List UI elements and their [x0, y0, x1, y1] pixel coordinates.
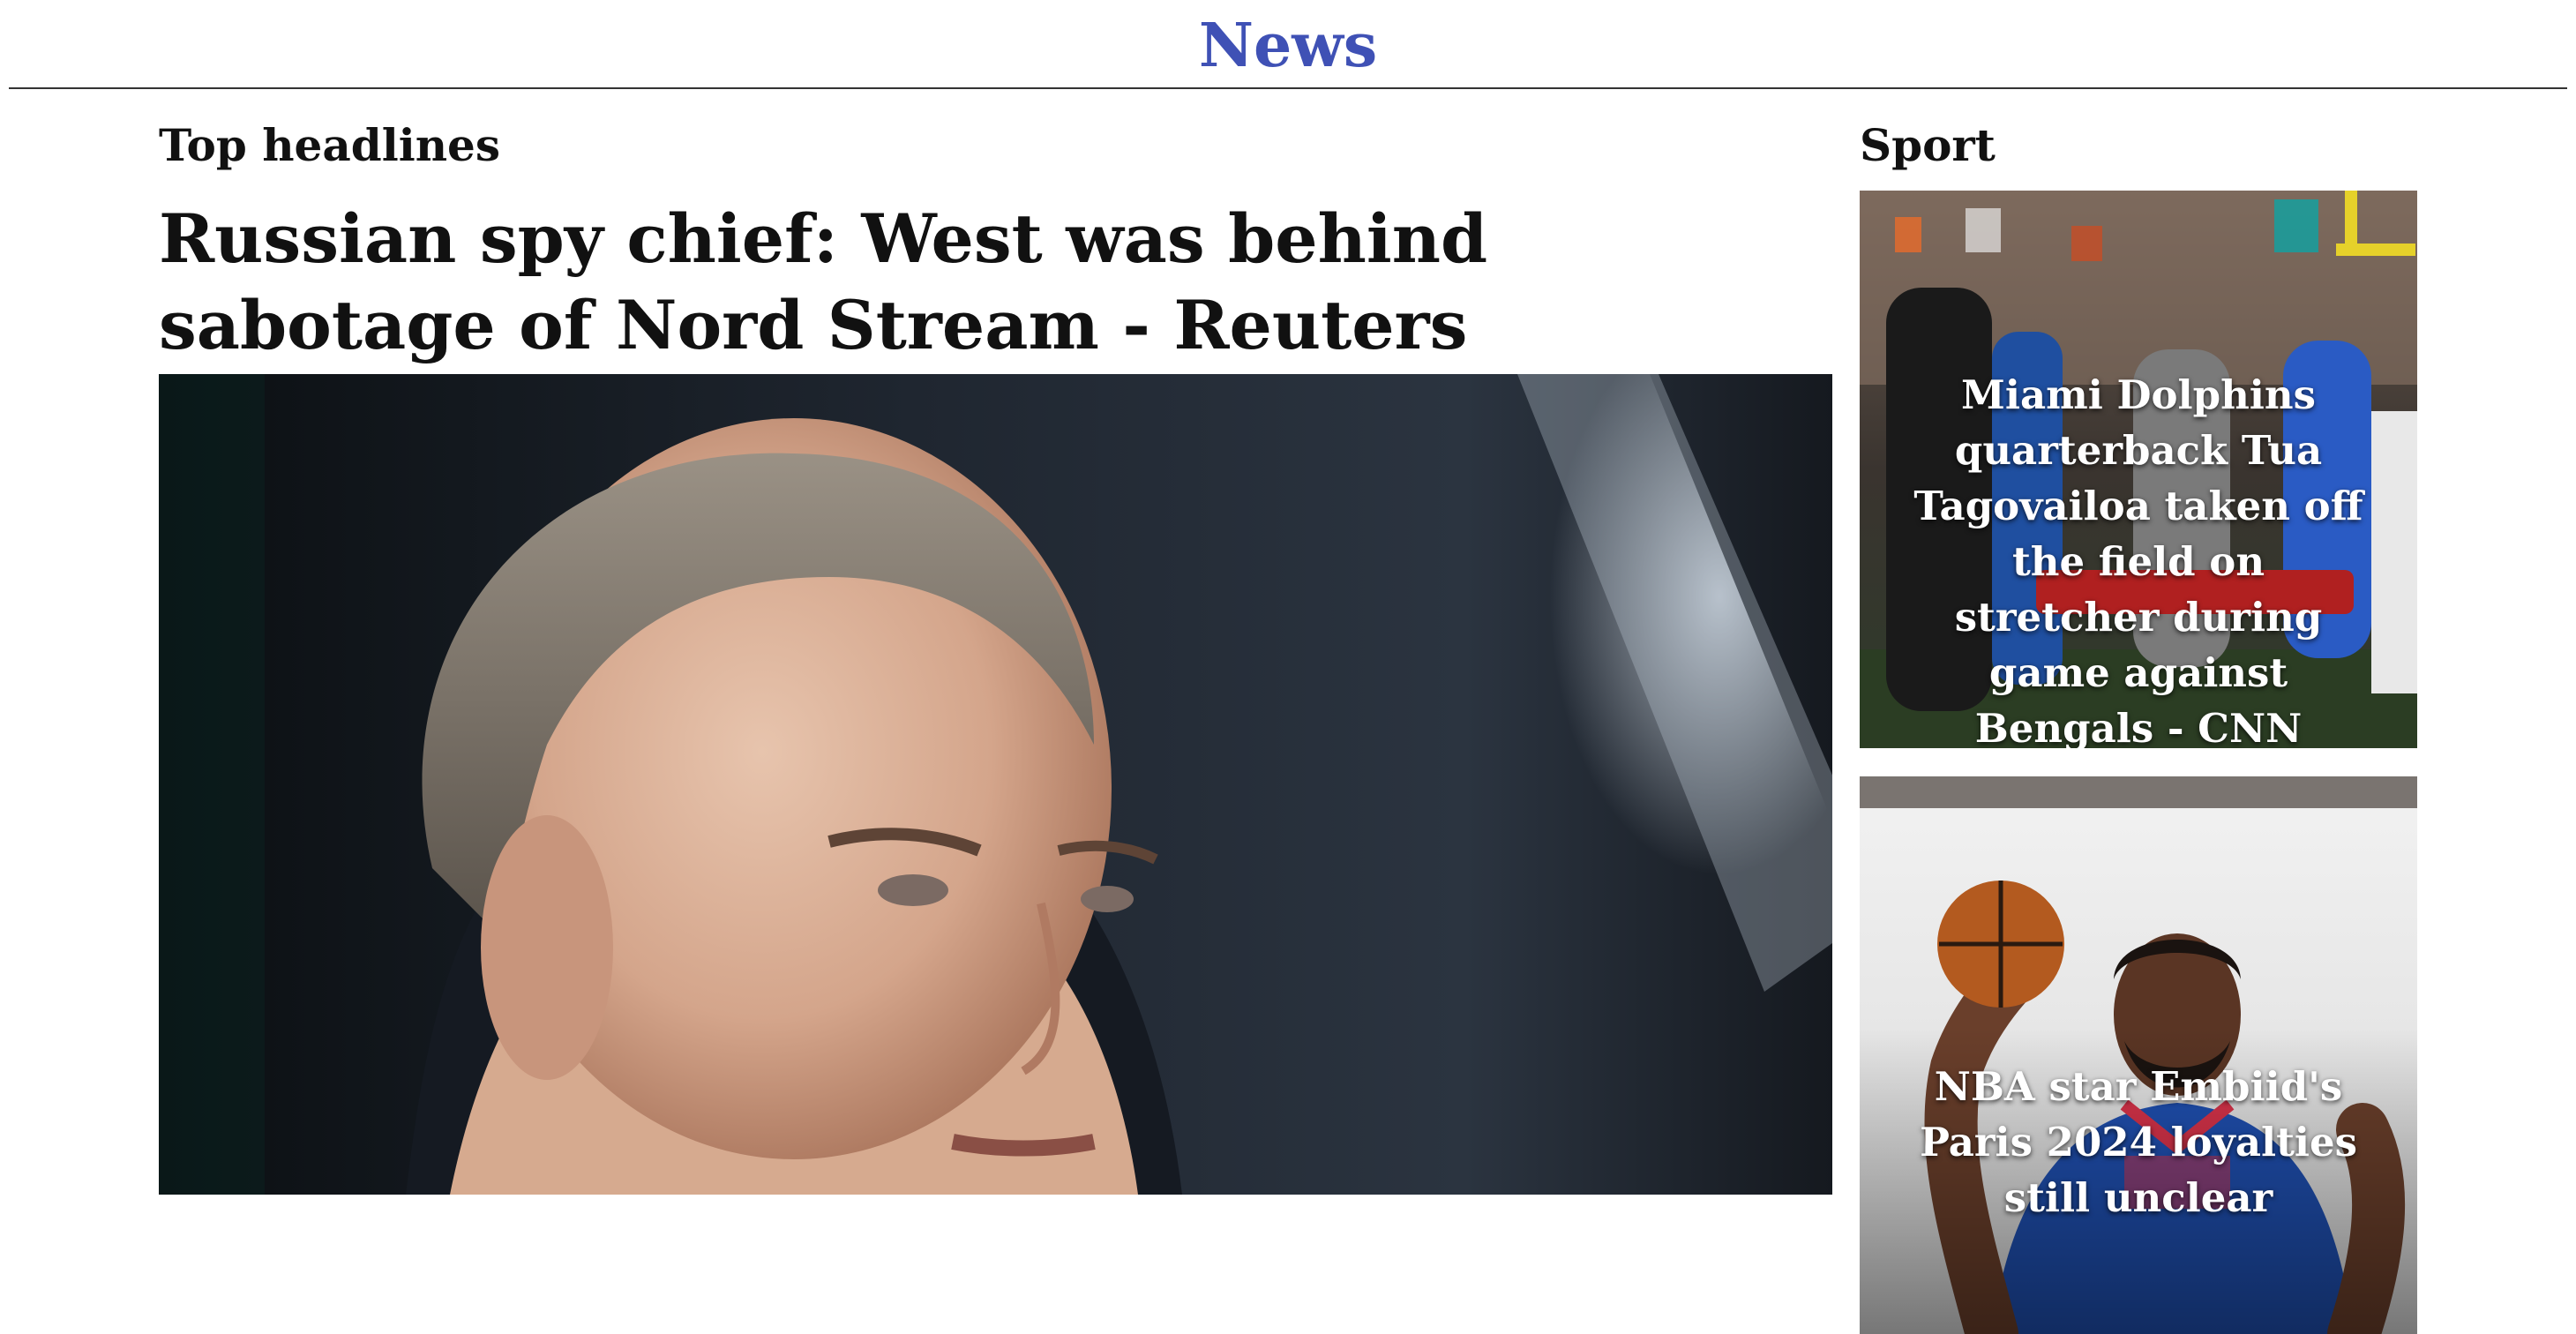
site-header: News — [9, 0, 2567, 89]
basketball-photo-icon — [1860, 776, 2417, 1334]
sport-section: Sport Miami Dolphins quarterback Tua Tag… — [1860, 115, 2417, 1334]
sport-card[interactable]: NBA star Embiid's Paris 2024 loyalties s… — [1860, 776, 2417, 1334]
section-title-sport: Sport — [1860, 119, 1996, 171]
sport-card[interactable]: Miami Dolphins quarterback Tua Tagovailo… — [1860, 191, 2417, 748]
portrait-photo-icon — [159, 374, 1832, 1195]
top-headline-image[interactable] — [159, 374, 1832, 1195]
top-headlines-section: Top headlines Russian spy chief: West wa… — [159, 115, 1832, 1195]
section-title-top-headlines: Top headlines — [159, 119, 501, 171]
top-headline-title[interactable]: Russian spy chief: West was behind sabot… — [159, 196, 1747, 369]
sport-card-title[interactable]: NBA star Embiid's Paris 2024 loyalties s… — [1913, 1059, 2364, 1225]
site-title[interactable]: News — [1199, 11, 1377, 81]
sport-card-title[interactable]: Miami Dolphins quarterback Tua Tagovailo… — [1913, 367, 2364, 748]
